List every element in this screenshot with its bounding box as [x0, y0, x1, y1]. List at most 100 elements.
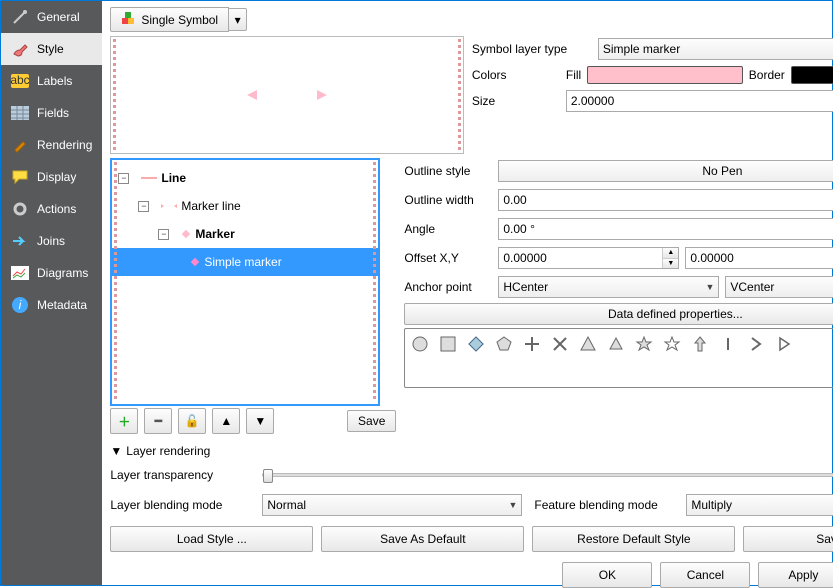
move-up-button[interactable]: ▲: [212, 408, 240, 434]
minus-icon: ━: [155, 414, 162, 428]
brush-icon: [11, 40, 29, 58]
renderer-label: Single Symbol: [141, 13, 218, 27]
shape-pentagon[interactable]: [493, 333, 515, 355]
apply-button[interactable]: Apply: [758, 562, 833, 588]
symbol-layer-type-combo[interactable]: Simple marker▼: [598, 38, 833, 60]
info-icon: i: [11, 296, 29, 314]
shape-play[interactable]: [773, 333, 795, 355]
sidebar-item-joins[interactable]: Joins: [1, 225, 102, 257]
remove-layer-button[interactable]: ━: [144, 408, 172, 434]
outline-style-label: Outline style: [404, 164, 492, 178]
shape-equitriangle[interactable]: [605, 333, 627, 355]
sidebar-item-label: Style: [37, 42, 64, 56]
fill-color-swatch[interactable]: [587, 66, 743, 84]
angle-input[interactable]: ▲▼: [498, 218, 833, 240]
symbol-layer-type-label: Symbol layer type: [472, 42, 592, 56]
tree-row-markerline[interactable]: − Marker line: [112, 192, 378, 220]
sidebar-item-label: Rendering: [37, 138, 92, 152]
restore-default-button[interactable]: Restore Default Style: [532, 526, 735, 552]
sidebar-item-label: Actions: [37, 202, 76, 216]
shape-plus[interactable]: [521, 333, 543, 355]
triangle-up-icon: ▲: [220, 414, 232, 428]
gear-icon: [11, 200, 29, 218]
anchor-v-combo[interactable]: VCenter▼: [725, 276, 833, 298]
anchor-h-combo[interactable]: HCenter▼: [498, 276, 719, 298]
size-input[interactable]: ▲▼: [566, 90, 833, 112]
sidebar-item-label: Labels: [37, 74, 72, 88]
chevron-down-icon: ▾: [235, 13, 241, 27]
shape-star-filled[interactable]: [633, 333, 655, 355]
tree-row-line[interactable]: − Line: [112, 164, 378, 192]
layer-blend-label: Layer blending mode: [110, 498, 250, 512]
sidebar-item-fields[interactable]: Fields: [1, 97, 102, 129]
feature-blend-combo[interactable]: Multiply▼: [686, 494, 833, 516]
add-layer-button[interactable]: ＋: [110, 408, 138, 434]
cancel-button[interactable]: Cancel: [660, 562, 750, 588]
collapse-icon[interactable]: −: [138, 201, 149, 212]
load-style-button[interactable]: Load Style ...: [110, 526, 313, 552]
shape-triangle[interactable]: [577, 333, 599, 355]
shape-arrow-up[interactable]: [689, 333, 711, 355]
layer-rendering-header[interactable]: ▼ Layer rendering: [110, 444, 833, 458]
sidebar-item-labels[interactable]: abc Labels: [1, 65, 102, 97]
sidebar-item-label: General: [37, 10, 80, 24]
shape-cross[interactable]: [549, 333, 571, 355]
fill-label: Fill: [566, 68, 581, 82]
size-label: Size: [472, 94, 560, 108]
abc-icon: abc: [11, 72, 29, 90]
sidebar-item-general[interactable]: General: [1, 1, 102, 33]
speech-icon: [11, 168, 29, 186]
save-symbol-button[interactable]: Save: [347, 410, 396, 432]
chart-icon: [11, 264, 29, 282]
sidebar-item-label: Fields: [37, 106, 69, 120]
colors-label: Colors: [472, 68, 560, 82]
lock-layer-button[interactable]: 🔓: [178, 408, 206, 434]
shape-star-outline[interactable]: [661, 333, 683, 355]
svg-text:i: i: [19, 298, 22, 312]
sidebar-item-label: Metadata: [37, 298, 87, 312]
shape-chevron[interactable]: [745, 333, 767, 355]
svg-text:abc: abc: [11, 74, 29, 87]
transparency-slider[interactable]: [262, 473, 833, 477]
shape-diamond[interactable]: [465, 333, 487, 355]
offset-y-input[interactable]: ▲▼: [685, 247, 833, 269]
symbol-layer-tree[interactable]: − Line − Marker line −: [110, 158, 380, 406]
move-down-button[interactable]: ▼: [246, 408, 274, 434]
triangle-down-icon: ▼: [110, 444, 122, 458]
marker-shape-grid: [404, 328, 833, 388]
sidebar-item-diagrams[interactable]: Diagrams: [1, 257, 102, 289]
sidebar-item-label: Display: [37, 170, 76, 184]
broom-icon: [11, 136, 29, 154]
sidebar-item-style[interactable]: Style: [1, 33, 102, 65]
layer-blend-combo[interactable]: Normal▼: [262, 494, 522, 516]
triangle-down-icon: ▼: [254, 414, 266, 428]
sidebar-item-label: Joins: [37, 234, 65, 248]
lock-icon: 🔓: [185, 414, 200, 428]
shape-circle[interactable]: [409, 333, 431, 355]
shape-square[interactable]: [437, 333, 459, 355]
sidebar-item-rendering[interactable]: Rendering: [1, 129, 102, 161]
main-panel: Single Symbol ▾ Symbol layer type Simple…: [102, 1, 833, 585]
ok-button[interactable]: OK: [562, 562, 652, 588]
outline-style-combo[interactable]: No Pen▼: [498, 160, 833, 182]
collapse-icon[interactable]: −: [118, 173, 129, 184]
offset-label: Offset X,Y: [404, 251, 492, 265]
tree-row-simplemarker[interactable]: Simple marker: [112, 248, 378, 276]
save-style-button[interactable]: Save Style: [743, 526, 833, 552]
offset-x-input[interactable]: ▲▼: [498, 247, 679, 269]
data-defined-button[interactable]: Data defined properties...: [404, 303, 833, 325]
outline-width-input[interactable]: ▲▼: [498, 189, 833, 211]
sidebar-item-display[interactable]: Display: [1, 161, 102, 193]
single-symbol-icon: [121, 11, 135, 28]
border-color-swatch[interactable]: [791, 66, 833, 84]
border-label: Border: [749, 68, 785, 82]
plus-icon: ＋: [118, 413, 130, 430]
sidebar-item-metadata[interactable]: i Metadata: [1, 289, 102, 321]
sidebar-item-actions[interactable]: Actions: [1, 193, 102, 225]
renderer-selector[interactable]: Single Symbol ▾: [110, 7, 247, 32]
tree-row-marker[interactable]: − Marker: [112, 220, 378, 248]
shape-line[interactable]: [717, 333, 739, 355]
collapse-icon[interactable]: −: [158, 229, 169, 240]
anchor-label: Anchor point: [404, 280, 492, 294]
save-default-button[interactable]: Save As Default: [321, 526, 524, 552]
